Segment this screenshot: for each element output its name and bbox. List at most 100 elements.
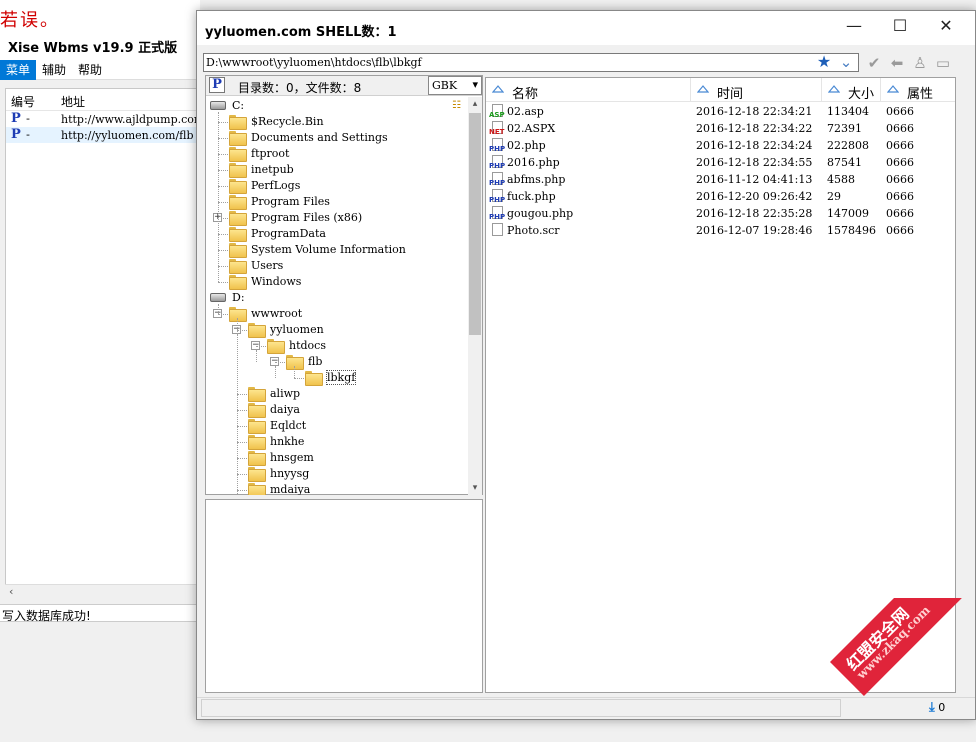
file-type-icon: PHP — [489, 189, 505, 204]
column-header-attr[interactable]: 属性 — [881, 78, 955, 102]
column-header-id[interactable]: 编号 — [11, 93, 35, 110]
folder-icon — [229, 115, 247, 130]
chevron-down-icon: ▾ — [472, 78, 478, 91]
folder-icon — [229, 163, 247, 178]
chevron-down-icon[interactable]: ⌄ — [837, 53, 855, 71]
table-row[interactable]: PHP abfms.php 2016-11-12 04:41:13 4588 0666 — [486, 171, 955, 188]
table-row[interactable]: PHP fuck.php 2016-12-20 09:26:42 29 0666 — [486, 188, 955, 205]
file-time: 2016-11-12 04:41:13 — [696, 173, 813, 186]
file-size: 147009 — [827, 207, 869, 220]
php-shell-icon[interactable]: P — [209, 77, 225, 93]
tree-toolbar: P 目录数：0，文件数：8 GBK ▾ — [206, 76, 482, 96]
tree-node-label: inetpub — [251, 163, 294, 176]
drive-icon — [210, 293, 226, 302]
tree-node-label: Program Files (x86) — [251, 211, 363, 224]
tree-node-label: System Volume Information — [251, 243, 406, 256]
column-header-name[interactable]: 名称 — [486, 78, 691, 102]
tree-node-label: hnsgem — [270, 451, 314, 464]
folder-icon — [248, 451, 266, 466]
shell-status-bar: ⤓ 0 — [197, 697, 975, 719]
shell-window-title: yyluomen.com SHELL数：1 — [205, 25, 397, 40]
scroll-down-icon[interactable]: ▾ — [468, 481, 482, 495]
check-icon[interactable]: ✔ — [865, 54, 883, 72]
file-size: 87541 — [827, 156, 862, 169]
folder-icon — [229, 147, 247, 162]
column-header-size-label: 大小 — [848, 87, 875, 102]
folder-icon — [229, 211, 247, 226]
table-row[interactable]: PHP gougou.php 2016-12-18 22:35:28 147009 06… — [486, 205, 955, 222]
file-type-icon: PHP — [489, 206, 505, 221]
tree-node-label: D: — [232, 291, 245, 304]
encoding-select[interactable]: GBK ▾ — [428, 76, 482, 95]
menu-item-assist[interactable]: 辅助 — [36, 60, 72, 80]
file-type-icon — [489, 223, 505, 238]
user-icon[interactable]: ♙ — [911, 54, 929, 72]
table-row[interactable]: PHP 2016.php 2016-12-18 22:34:55 87541 0666 — [486, 154, 955, 171]
folder-icon — [229, 131, 247, 146]
list-item-url: http://yyluomen.com/flb — [61, 129, 194, 142]
column-header-time[interactable]: 时间 — [691, 78, 822, 102]
background-app-window: 若误。 Xise Wbms v19.9 正式版 菜单 辅助 帮助 编号 地址 P -… — [0, 0, 200, 742]
shell-window: yyluomen.com SHELL数：1 — ☐ ✕ D:\wwwroot\y… — [196, 10, 976, 720]
file-list-header: 名称 时间 大小 属性 — [486, 78, 955, 102]
close-button[interactable]: ✕ — [923, 11, 969, 41]
file-type-icon: PHP — [489, 155, 505, 170]
file-name: 02.ASPX — [507, 122, 556, 135]
column-header-url[interactable]: 地址 — [61, 93, 85, 110]
file-type-tag: PHP — [489, 179, 506, 187]
status-segment — [201, 699, 841, 717]
menu-item-help[interactable]: 帮助 — [72, 60, 108, 80]
directory-summary: 目录数：0，文件数：8 — [238, 81, 362, 95]
tree-node-label: flb — [308, 355, 323, 368]
shell-list: 编号 地址 P - http://www.ajldpump.com P - ht… — [5, 88, 200, 600]
chevron-left-icon[interactable]: ‹ — [9, 585, 13, 598]
tree-node-label: htdocs — [289, 339, 326, 352]
folder-icon — [229, 259, 247, 274]
file-size: 1578496 — [827, 224, 876, 237]
column-header-size[interactable]: 大小 — [822, 78, 881, 102]
scroll-thumb[interactable] — [469, 113, 481, 335]
table-row[interactable]: NET 02.ASPX 2016-12-18 22:34:22 72391 0666 — [486, 120, 955, 137]
tree-node-label: C: — [232, 99, 245, 112]
file-name: 2016.php — [507, 156, 560, 169]
tree-node-label: aliwp — [270, 387, 301, 400]
arrow-left-icon[interactable]: ⬅ — [888, 54, 906, 72]
table-row[interactable]: Photo.scr 2016-12-07 19:28:46 1578496 0666 — [486, 222, 955, 239]
file-time: 2016-12-18 22:34:24 — [696, 139, 813, 152]
download-queue[interactable]: ⤓ 0 — [929, 700, 945, 715]
tree-vertical-scrollbar[interactable]: ▴ ▾ — [468, 97, 482, 495]
background-top-strip: 若误。 — [0, 0, 200, 30]
minimize-button[interactable]: — — [831, 11, 877, 41]
background-menubar: 菜单 辅助 帮助 — [0, 60, 200, 80]
tree-node-label: Eqldct — [270, 419, 307, 432]
sort-ascending-icon — [887, 85, 899, 93]
tree-node-label: yyluomen — [270, 323, 324, 336]
file-list-panel: 名称 时间 大小 属性 ASP 02.asp 2016-12-18 22:34:21… — [485, 77, 956, 693]
menu-item-main[interactable]: 菜单 — [0, 60, 37, 80]
tree-node-label: hnkhe — [270, 435, 305, 448]
maximize-button[interactable]: ☐ — [877, 11, 923, 41]
file-type-tag: PHP — [489, 213, 506, 221]
shell-titlebar[interactable]: yyluomen.com SHELL数：1 — ☐ ✕ — [197, 11, 975, 45]
file-size: 113404 — [827, 105, 869, 118]
list-item[interactable]: P - http://yyluomen.com/flb — [6, 127, 199, 143]
encoding-value: GBK — [432, 79, 458, 92]
star-icon[interactable]: ★ — [815, 53, 833, 71]
scroll-up-icon[interactable]: ▴ — [468, 97, 482, 111]
folder-icon — [229, 275, 247, 290]
tree-node-label: wwwroot — [251, 307, 303, 320]
tree-node-label: Program Files — [251, 195, 330, 208]
table-row[interactable]: PHP 02.php 2016-12-18 22:34:24 222808 0666 — [486, 137, 955, 154]
directory-tree-panel: P 目录数：0，文件数：8 GBK ▾ ☷ C: $Recycle.Bin Docu… — [205, 75, 483, 495]
window-icon[interactable]: ▭ — [934, 54, 952, 72]
folder-icon — [248, 323, 266, 338]
table-row[interactable]: ASP 02.asp 2016-12-18 22:34:21 113404 0666 — [486, 103, 955, 120]
file-type-tag: ASP — [489, 111, 505, 119]
folder-icon — [229, 243, 247, 258]
path-input[interactable]: D:\wwwroot\yyluomen\htdocs\flb\lbkgf — [203, 53, 859, 72]
tree-node-label: lbkgf — [325, 370, 357, 385]
horizontal-scrollbar[interactable]: ‹ — [5, 584, 200, 600]
file-attr: 0666 — [886, 207, 914, 220]
sort-ascending-icon — [697, 85, 709, 93]
list-item[interactable]: P - http://www.ajldpump.com — [6, 111, 199, 127]
